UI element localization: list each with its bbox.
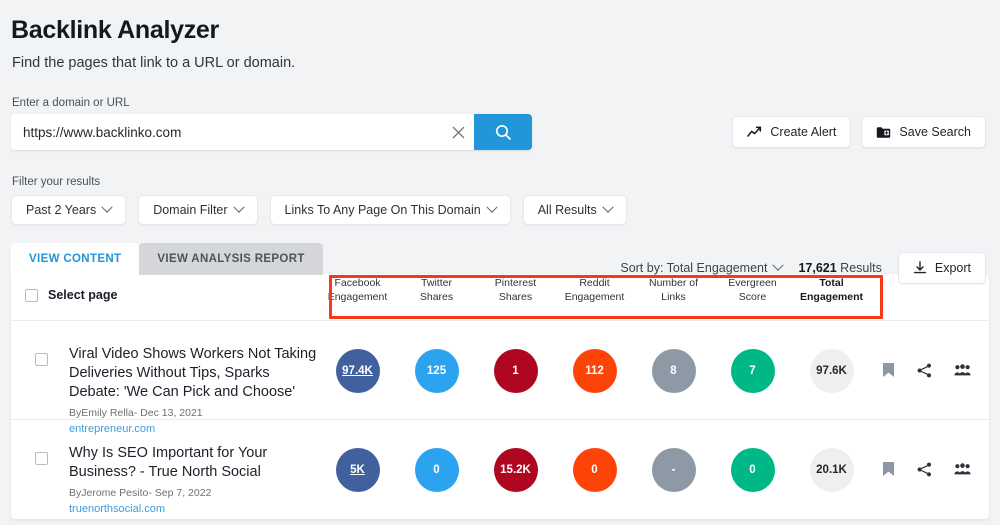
metric-pinterest-shares: 15.2K <box>476 448 555 492</box>
metric-bubble[interactable]: 5K <box>336 448 380 492</box>
row-actions <box>882 461 971 477</box>
search-bar <box>11 114 532 150</box>
metric-bubble[interactable]: 7 <box>731 349 775 393</box>
save-search-button[interactable]: Save Search <box>861 116 986 148</box>
row-content: Why Is SEO Important for Your Business? … <box>69 444 319 515</box>
metric-evergreen-score: 7 <box>713 349 792 393</box>
metric-bubble[interactable]: 125 <box>415 349 459 393</box>
results-count-value: 17,621 <box>798 261 836 275</box>
row-checkbox[interactable] <box>35 452 48 465</box>
create-alert-button[interactable]: Create Alert <box>732 116 851 148</box>
filter-domain[interactable]: Domain Filter <box>138 195 257 225</box>
metric-bubble[interactable]: 20.1K <box>810 448 854 492</box>
metric-pinterest-shares: 1 <box>476 349 555 393</box>
chevron-down-icon <box>773 260 784 271</box>
column-header-facebook-engagement: Facebook Engagement <box>318 276 397 304</box>
row-domain-link[interactable]: truenorthsocial.com <box>69 503 319 515</box>
create-alert-label: Create Alert <box>770 125 836 139</box>
results-count-word: Results <box>840 261 882 275</box>
tab-view-analysis-report[interactable]: VIEW ANALYSIS REPORT <box>139 243 322 275</box>
row-metrics: 5K 0 15.2K 0 - 0 20.1K <box>318 448 871 492</box>
filter-domain-label: Domain Filter <box>153 203 227 217</box>
metric-number-of-links: 8 <box>634 349 713 393</box>
chevron-down-icon <box>233 202 244 213</box>
metric-total-engagement: 20.1K <box>792 448 871 492</box>
filter-link-scope[interactable]: Links To Any Page On This Domain <box>270 195 511 225</box>
bookmark-icon[interactable] <box>882 362 895 378</box>
column-header-pinterest-shares: Pinterest Shares <box>476 276 555 304</box>
results-card: Select page Facebook Engagement Twitter … <box>11 274 989 519</box>
filter-all-results[interactable]: All Results <box>523 195 627 225</box>
metric-facebook-engagement: 97.4K <box>318 349 397 393</box>
metric-bubble[interactable]: 112 <box>573 349 617 393</box>
select-page-checkbox[interactable] <box>25 289 38 302</box>
search-field-label: Enter a domain or URL <box>12 97 130 109</box>
metric-bubble[interactable]: 15.2K <box>494 448 538 492</box>
chevron-down-icon <box>602 202 613 213</box>
metric-total-engagement: 97.6K <box>792 349 871 393</box>
row-title[interactable]: Why Is SEO Important for Your Business? … <box>69 444 319 482</box>
people-icon[interactable] <box>954 463 971 476</box>
bookmark-icon[interactable] <box>882 461 895 477</box>
metric-reddit-engagement: 112 <box>555 349 634 393</box>
chevron-down-icon <box>102 202 113 213</box>
table-row: Why Is SEO Important for Your Business? … <box>11 420 989 519</box>
filter-section-label: Filter your results <box>12 176 100 188</box>
filter-date-range[interactable]: Past 2 Years <box>11 195 126 225</box>
search-submit-button[interactable] <box>474 114 532 150</box>
people-icon[interactable] <box>954 364 971 377</box>
table-toolbar: Sort by: Total Engagement 17,621 Results… <box>620 252 986 284</box>
metric-bubble[interactable]: - <box>652 448 696 492</box>
metric-number-of-links: - <box>634 448 713 492</box>
share-icon[interactable] <box>917 363 932 378</box>
column-header-twitter-shares: Twitter Shares <box>397 276 476 304</box>
chevron-down-icon <box>486 202 497 213</box>
sort-by-label: Sort by: Total Engagement <box>620 261 767 275</box>
row-title[interactable]: Viral Video Shows Workers Not Taking Del… <box>69 345 319 402</box>
download-icon <box>913 261 927 275</box>
metric-evergreen-score: 0 <box>713 448 792 492</box>
row-actions <box>882 362 971 378</box>
metric-bubble[interactable]: 0 <box>573 448 617 492</box>
metric-bubble[interactable]: 8 <box>652 349 696 393</box>
metric-bubble[interactable]: 97.6K <box>810 349 854 393</box>
row-checkbox[interactable] <box>35 353 48 366</box>
filter-link-scope-label: Links To Any Page On This Domain <box>285 203 481 217</box>
filter-all-results-label: All Results <box>538 203 597 217</box>
tab-view-content[interactable]: VIEW CONTENT <box>11 243 139 275</box>
export-button[interactable]: Export <box>898 252 986 284</box>
metric-bubble[interactable]: 1 <box>494 349 538 393</box>
row-byline: ByJerome Pesito- Sep 7, 2022 <box>69 487 319 499</box>
page-title: Backlink Analyzer <box>11 16 219 45</box>
clear-search-button[interactable] <box>442 114 474 150</box>
tab-bar: VIEW CONTENT VIEW ANALYSIS REPORT <box>11 243 323 275</box>
metric-twitter-shares: 125 <box>397 349 476 393</box>
filter-row: Past 2 Years Domain Filter Links To Any … <box>11 195 627 225</box>
metric-twitter-shares: 0 <box>397 448 476 492</box>
export-label: Export <box>935 261 971 275</box>
search-icon <box>495 124 512 141</box>
table-row: Viral Video Shows Workers Not Taking Del… <box>11 321 989 420</box>
metric-bubble[interactable]: 0 <box>415 448 459 492</box>
metric-bubble[interactable]: 0 <box>731 448 775 492</box>
select-page-control[interactable]: Select page <box>25 288 117 302</box>
filter-date-range-label: Past 2 Years <box>26 203 96 217</box>
metric-bubble[interactable]: 97.4K <box>336 349 380 393</box>
folder-plus-icon <box>876 126 891 139</box>
results-count: 17,621 Results <box>798 261 881 275</box>
row-metrics: 97.4K 125 1 112 8 7 97.6K <box>318 349 871 393</box>
close-icon <box>452 126 465 139</box>
metric-reddit-engagement: 0 <box>555 448 634 492</box>
sort-by-dropdown[interactable]: Sort by: Total Engagement <box>620 261 782 275</box>
metric-facebook-engagement: 5K <box>318 448 397 492</box>
share-icon[interactable] <box>917 462 932 477</box>
row-byline: ByEmily Rella- Dec 13, 2021 <box>69 407 319 419</box>
search-input[interactable] <box>11 114 442 150</box>
save-search-label: Save Search <box>899 125 971 139</box>
select-page-label: Select page <box>48 288 117 302</box>
trending-up-icon <box>747 126 762 138</box>
top-actions: Create Alert Save Search <box>732 116 986 148</box>
page-subtitle: Find the pages that link to a URL or dom… <box>12 55 295 71</box>
